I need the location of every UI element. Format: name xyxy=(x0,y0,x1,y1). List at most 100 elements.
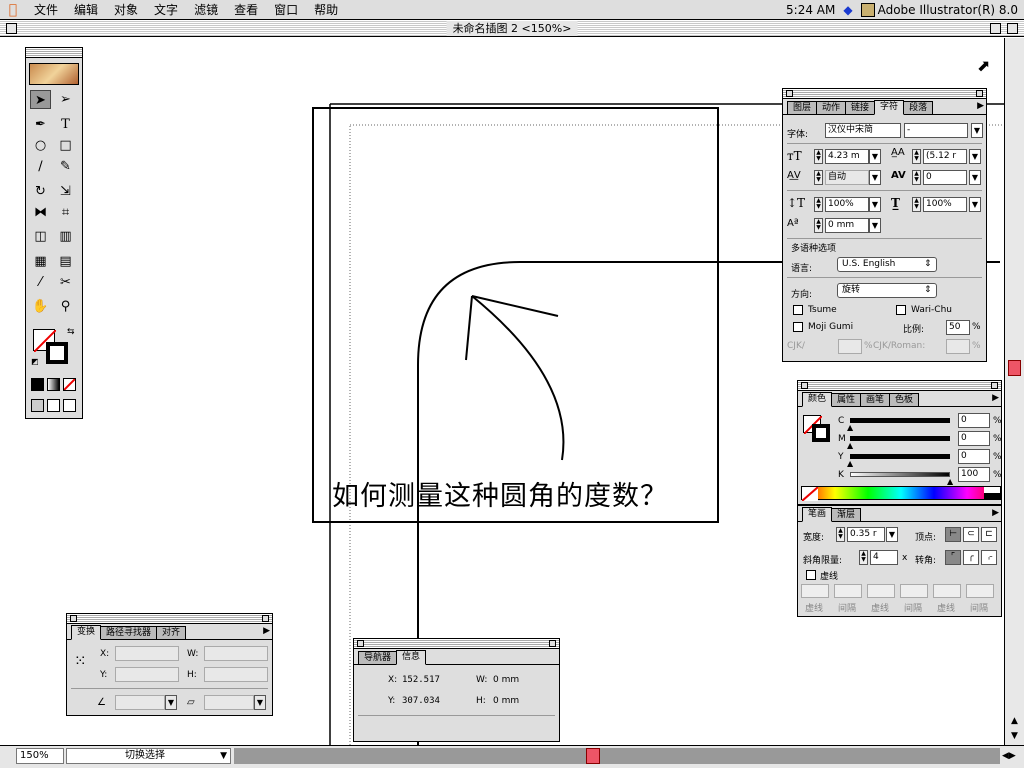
menu-object[interactable]: 对象 xyxy=(106,0,146,20)
reflect-tool-icon[interactable]: ⧓ xyxy=(30,203,51,222)
apple-menu-icon[interactable]:  xyxy=(0,2,26,18)
direct-selection-tool-icon[interactable]: ➢ xyxy=(55,90,76,109)
swap-fill-stroke-icon[interactable]: ⇆ xyxy=(67,327,75,337)
baseline-shift-field[interactable]: 0 mm xyxy=(825,218,869,233)
vertical-scale-stepper[interactable]: ▲ ▼ xyxy=(814,197,823,212)
rectangle-tool-icon[interactable]: □ xyxy=(55,136,76,155)
cyan-field[interactable]: 0 xyxy=(958,413,990,428)
menu-help[interactable]: 帮助 xyxy=(306,0,346,20)
vertical-scale-dropdown-icon[interactable]: ▼ xyxy=(869,197,881,212)
horizontal-scale-dropdown-icon[interactable]: ▼ xyxy=(969,197,981,212)
scroll-right-arrow-icon[interactable]: ▶ xyxy=(1009,751,1016,761)
miter-join-icon[interactable]: ⌜ xyxy=(945,550,961,565)
vertical-scroll-thumb[interactable] xyxy=(1008,360,1021,376)
leading-field[interactable]: (5.12 r xyxy=(923,149,967,164)
baseline-shift-stepper[interactable]: ▲ ▼ xyxy=(814,218,823,233)
mesh-tool-icon[interactable]: ▦ xyxy=(30,252,51,271)
gap-2-field[interactable] xyxy=(900,584,928,598)
cyan-slider-thumb[interactable]: ▲ xyxy=(847,424,853,432)
yellow-slider[interactable] xyxy=(850,454,950,459)
black-color-chip[interactable] xyxy=(984,493,1000,499)
gradient-mode-icon[interactable] xyxy=(47,378,60,391)
gradient-tool-icon[interactable]: ▤ xyxy=(55,252,76,271)
horizontal-scale-stepper[interactable]: ▲ ▼ xyxy=(912,197,921,212)
panel-menu-arrow-icon[interactable]: ▶ xyxy=(263,626,270,636)
color-stroke-swatch[interactable] xyxy=(812,424,830,442)
rotate-tool-icon[interactable]: ↻ xyxy=(30,182,51,201)
none-mode-icon[interactable] xyxy=(63,378,76,391)
black-field[interactable]: 100 xyxy=(958,467,990,482)
leading-dropdown-icon[interactable]: ▼ xyxy=(969,149,981,164)
projecting-cap-icon[interactable]: ⊏ xyxy=(981,527,997,542)
ellipse-tool-icon[interactable]: ○ xyxy=(30,136,51,155)
panel-zoom-icon[interactable] xyxy=(991,382,998,389)
paintbrush-tool-icon[interactable]: ∕ xyxy=(30,157,51,176)
panel-drag-bar[interactable] xyxy=(354,639,559,649)
yellow-field[interactable]: 0 xyxy=(958,449,990,464)
toolbox-drag-bar[interactable] xyxy=(26,48,82,58)
tab-pathfinder[interactable]: 路径寻找器 xyxy=(100,626,158,639)
tracking-dropdown-icon[interactable]: ▼ xyxy=(969,170,981,185)
horizontal-scroll-arrows[interactable]: ◀▶ xyxy=(1002,748,1022,764)
hand-tool-icon[interactable]: ✋ xyxy=(30,297,51,316)
menu-window[interactable]: 窗口 xyxy=(266,0,306,20)
color-mode-icon[interactable] xyxy=(31,378,44,391)
panel-drag-bar[interactable] xyxy=(798,381,1001,391)
full-screen-menu-mode-icon[interactable] xyxy=(47,399,60,412)
gap-1-field[interactable] xyxy=(834,584,862,598)
tab-navigator[interactable]: 导航器 xyxy=(358,651,398,664)
menu-file[interactable]: 文件 xyxy=(26,0,66,20)
panel-menu-arrow-icon[interactable]: ▶ xyxy=(977,101,984,111)
panel-close-icon[interactable] xyxy=(70,615,77,622)
weight-stepper[interactable]: ▲ ▼ xyxy=(836,527,845,542)
panel-drag-bar[interactable] xyxy=(783,89,986,99)
menu-clock[interactable]: 5:24 AM xyxy=(786,3,835,17)
transform-w-field[interactable] xyxy=(204,646,268,661)
dash-1-field[interactable] xyxy=(801,584,829,598)
full-screen-mode-icon[interactable] xyxy=(63,399,76,412)
magenta-slider-thumb[interactable]: ▲ xyxy=(847,442,853,450)
default-colors-icon[interactable]: ◩ xyxy=(31,357,39,366)
miter-limit-field[interactable]: 4 xyxy=(870,550,898,565)
color-spectrum-bar[interactable] xyxy=(801,486,1001,501)
reference-point-icon[interactable]: ⁙ xyxy=(74,654,87,669)
vertical-scrollbar[interactable]: ▲ ▼ xyxy=(1004,38,1024,745)
direction-select[interactable]: 旋转 xyxy=(837,283,937,298)
tab-character[interactable]: 字符 xyxy=(874,100,905,115)
selection-tool-icon[interactable]: ➤ xyxy=(30,90,51,109)
question-text[interactable]: 如何测量这种圆角的度数？ xyxy=(332,474,668,513)
transform-h-field[interactable] xyxy=(204,667,268,682)
black-slider-thumb[interactable]: ▲ xyxy=(947,478,953,486)
dashed-line-checkbox[interactable] xyxy=(806,570,816,580)
close-box-icon[interactable] xyxy=(6,23,17,34)
baseline-shift-dropdown-icon[interactable]: ▼ xyxy=(869,218,881,233)
weight-field[interactable]: 0.35 r xyxy=(847,527,885,542)
scale-tool-icon[interactable]: ⇲ xyxy=(55,182,76,201)
ratio-field[interactable]: 50 xyxy=(946,320,970,335)
eyedropper-tool-icon[interactable]: ⁄ xyxy=(30,273,51,292)
mojigumi-checkbox[interactable] xyxy=(793,322,803,332)
shear-angle-dropdown-icon[interactable]: ▼ xyxy=(254,695,266,710)
dash-3-field[interactable] xyxy=(933,584,961,598)
round-cap-icon[interactable]: ⊂ xyxy=(963,527,979,542)
panel-close-icon[interactable] xyxy=(357,640,364,647)
zoom-tool-icon[interactable]: ⚲ xyxy=(55,297,76,316)
leading-stepper[interactable]: ▲ ▼ xyxy=(912,149,921,164)
graph-tool-icon[interactable]: ▥ xyxy=(55,227,76,246)
tab-stroke[interactable]: 笔画 xyxy=(802,507,833,522)
rotate-angle-dropdown-icon[interactable]: ▼ xyxy=(165,695,177,710)
panel-menu-arrow-icon[interactable]: ▶ xyxy=(992,508,999,518)
tab-color[interactable]: 颜色 xyxy=(802,392,833,407)
blend-tool-icon[interactable]: ◫ xyxy=(30,227,51,246)
standard-screen-mode-icon[interactable] xyxy=(31,399,44,412)
horizontal-scroll-thumb[interactable] xyxy=(586,748,600,764)
scroll-left-arrow-icon[interactable]: ◀ xyxy=(1002,751,1009,761)
bevel-join-icon[interactable]: ⌌ xyxy=(981,550,997,565)
tsume-checkbox[interactable] xyxy=(793,305,803,315)
tab-actions[interactable]: 动作 xyxy=(816,101,847,114)
tab-attributes[interactable]: 属性 xyxy=(831,393,862,406)
font-style-dropdown-icon[interactable]: ▼ xyxy=(971,123,983,138)
document-title-bar[interactable]: 未命名插图 2 <150%> xyxy=(0,20,1024,37)
miter-limit-stepper[interactable]: ▲ ▼ xyxy=(859,550,868,565)
dash-2-field[interactable] xyxy=(867,584,895,598)
